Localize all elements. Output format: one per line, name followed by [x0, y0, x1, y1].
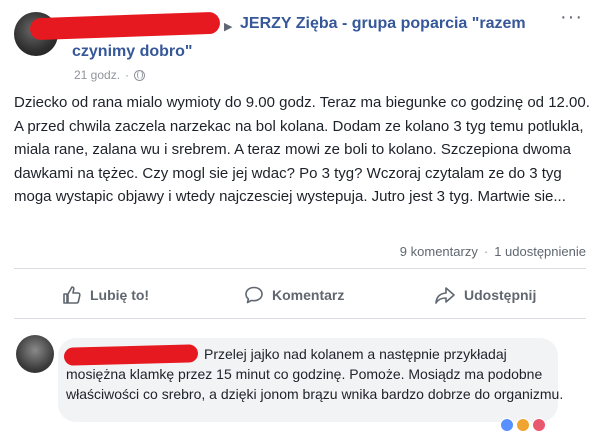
caret-right-icon: ▶	[224, 21, 233, 33]
share-label: Udostępnij	[464, 287, 537, 303]
post-meta: 21 godz. ·	[74, 68, 146, 82]
comment-reactions[interactable]	[500, 418, 546, 432]
more-dots-icon[interactable]: ···	[560, 6, 583, 29]
group-name-link[interactable]: JERZY Zięba - grupa poparcia "razem	[240, 13, 540, 35]
redacted-commenter-name	[63, 344, 199, 366]
divider	[14, 268, 586, 269]
post-stats: 9 komentarzy · 1 udostępnienie	[400, 244, 586, 259]
like-reaction-icon	[500, 418, 514, 432]
action-bar: Lubię to! Komentarz Udostępnij	[14, 277, 586, 313]
meta-separator: ·	[125, 68, 130, 82]
haha-reaction-icon	[516, 418, 530, 432]
group-name-link-continued[interactable]: czynimy dobro"	[72, 41, 193, 63]
stats-separator: ·	[483, 244, 489, 259]
facebook-post: ▶ JERZY Zięba - grupa poparcia "razem cz…	[0, 0, 600, 432]
commenter-avatar[interactable]	[16, 335, 54, 373]
divider	[14, 318, 586, 319]
thumbs-up-icon	[63, 286, 81, 304]
share-count-link[interactable]: 1 udostępnienie	[494, 244, 586, 259]
globe-icon	[134, 69, 146, 81]
like-button[interactable]: Lubię to!	[62, 277, 149, 313]
comment-label: Komentarz	[272, 287, 345, 303]
like-label: Lubię to!	[90, 287, 150, 303]
share-icon	[435, 287, 455, 304]
share-button[interactable]: Udostępnij	[434, 277, 536, 313]
post-timestamp[interactable]: 21 godz.	[74, 68, 120, 82]
comment-button[interactable]: Komentarz	[244, 277, 344, 313]
comment-icon	[245, 286, 263, 304]
comment-count-link[interactable]: 9 komentarzy	[400, 244, 478, 259]
redacted-author-name	[29, 11, 221, 41]
love-reaction-icon	[532, 418, 546, 432]
post-body-text: Dziecko od rana mialo wymioty do 9.00 go…	[14, 94, 590, 205]
